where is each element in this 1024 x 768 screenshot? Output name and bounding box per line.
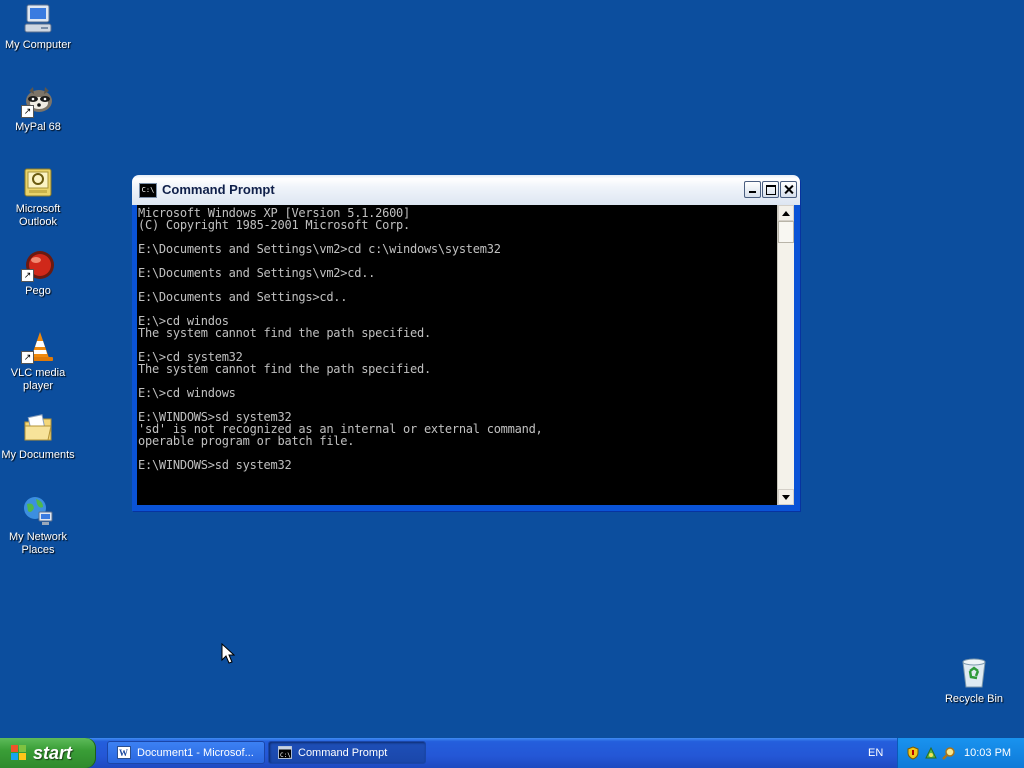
search-icon[interactable]	[942, 746, 956, 760]
my-documents-desktop-icon[interactable]: My Documents	[0, 412, 76, 462]
outlook-desktop-icon[interactable]: Microsoft Outlook	[0, 166, 76, 229]
vlc-desktop-icon[interactable]: ↗ VLC media player	[0, 330, 76, 393]
start-button[interactable]: start	[0, 738, 96, 768]
mouse-cursor-icon	[221, 642, 236, 670]
svg-text:C:\: C:\	[280, 752, 291, 759]
security-shield-icon[interactable]	[906, 746, 920, 760]
desktop-icon-label: My Documents	[1, 449, 75, 461]
shortcut-arrow-icon: ↗	[21, 269, 34, 282]
minimize-button[interactable]	[744, 181, 761, 198]
taskbar-button-label: Document1 - Microsof...	[137, 747, 254, 759]
maximize-button[interactable]	[762, 181, 779, 198]
mypal-desktop-icon[interactable]: ↗ MyPal 68	[0, 84, 76, 134]
shortcut-arrow-icon: ↗	[21, 351, 34, 364]
taskbar: start W Document1 - Microsof... C:\ Comm…	[0, 738, 1024, 768]
taskbar-button-command-prompt[interactable]: C:\ Command Prompt	[268, 741, 426, 764]
close-button[interactable]	[780, 181, 797, 198]
console-icon: C:\	[139, 183, 157, 198]
desktop: My Computer ↗ MyPal 68 Microsoft Outlook…	[0, 0, 1024, 738]
system-tray: 10:03 PM	[897, 738, 1024, 768]
command-prompt-window[interactable]: C:\ Command Prompt Microsoft Windows XP …	[132, 175, 800, 511]
scroll-up-arrow-icon[interactable]	[778, 205, 794, 221]
console-icon: C:\	[278, 746, 292, 759]
desktop-icon-label: Microsoft Outlook	[15, 203, 61, 228]
folder-icon	[21, 412, 55, 446]
word-document-icon: W	[117, 746, 131, 759]
vertical-scrollbar[interactable]	[777, 205, 794, 505]
language-indicator[interactable]: EN	[868, 747, 883, 759]
shortcut-arrow-icon: ↗	[21, 105, 34, 118]
desktop-icon-label: Pego	[25, 285, 51, 297]
console-area[interactable]: Microsoft Windows XP [Version 5.1.2600] …	[137, 205, 777, 505]
network-globe-icon	[21, 494, 55, 528]
my-network-places-desktop-icon[interactable]: My Network Places	[0, 494, 76, 557]
desktop-icon-label: My Computer	[4, 39, 72, 51]
desktop-icon-label: Recycle Bin	[944, 693, 1004, 705]
window-title-bar[interactable]: C:\ Command Prompt	[132, 175, 800, 205]
outlook-icon	[21, 166, 55, 200]
desktop-icon-label: MyPal 68	[15, 121, 61, 133]
computer-icon	[21, 2, 55, 36]
console-output: Microsoft Windows XP [Version 5.1.2600] …	[138, 206, 543, 472]
taskbar-button-document1[interactable]: W Document1 - Microsof...	[107, 741, 265, 764]
desktop-icon-label: VLC media player	[10, 367, 66, 392]
svg-text:W: W	[119, 748, 128, 758]
traffic-cone-icon: ↗	[21, 330, 55, 364]
taskbar-button-label: Command Prompt	[298, 747, 388, 759]
recycle-bin-desktop-icon[interactable]: Recycle Bin	[936, 656, 1012, 706]
scroll-down-arrow-icon[interactable]	[778, 489, 794, 505]
raccoon-icon: ↗	[21, 84, 55, 118]
my-computer-desktop-icon[interactable]: My Computer	[0, 2, 76, 52]
network-tray-icon[interactable]	[924, 746, 938, 760]
start-label: start	[33, 743, 73, 763]
pego-desktop-icon[interactable]: ↗ Pego	[0, 248, 76, 298]
scroll-thumb[interactable]	[778, 221, 794, 243]
windows-logo-icon	[11, 745, 27, 761]
window-title: Command Prompt	[162, 182, 275, 197]
clock[interactable]: 10:03 PM	[964, 747, 1011, 759]
desktop-icon-label: My Network Places	[8, 531, 68, 556]
recycle-bin-icon	[957, 656, 991, 690]
red-ball-icon: ↗	[21, 248, 55, 282]
